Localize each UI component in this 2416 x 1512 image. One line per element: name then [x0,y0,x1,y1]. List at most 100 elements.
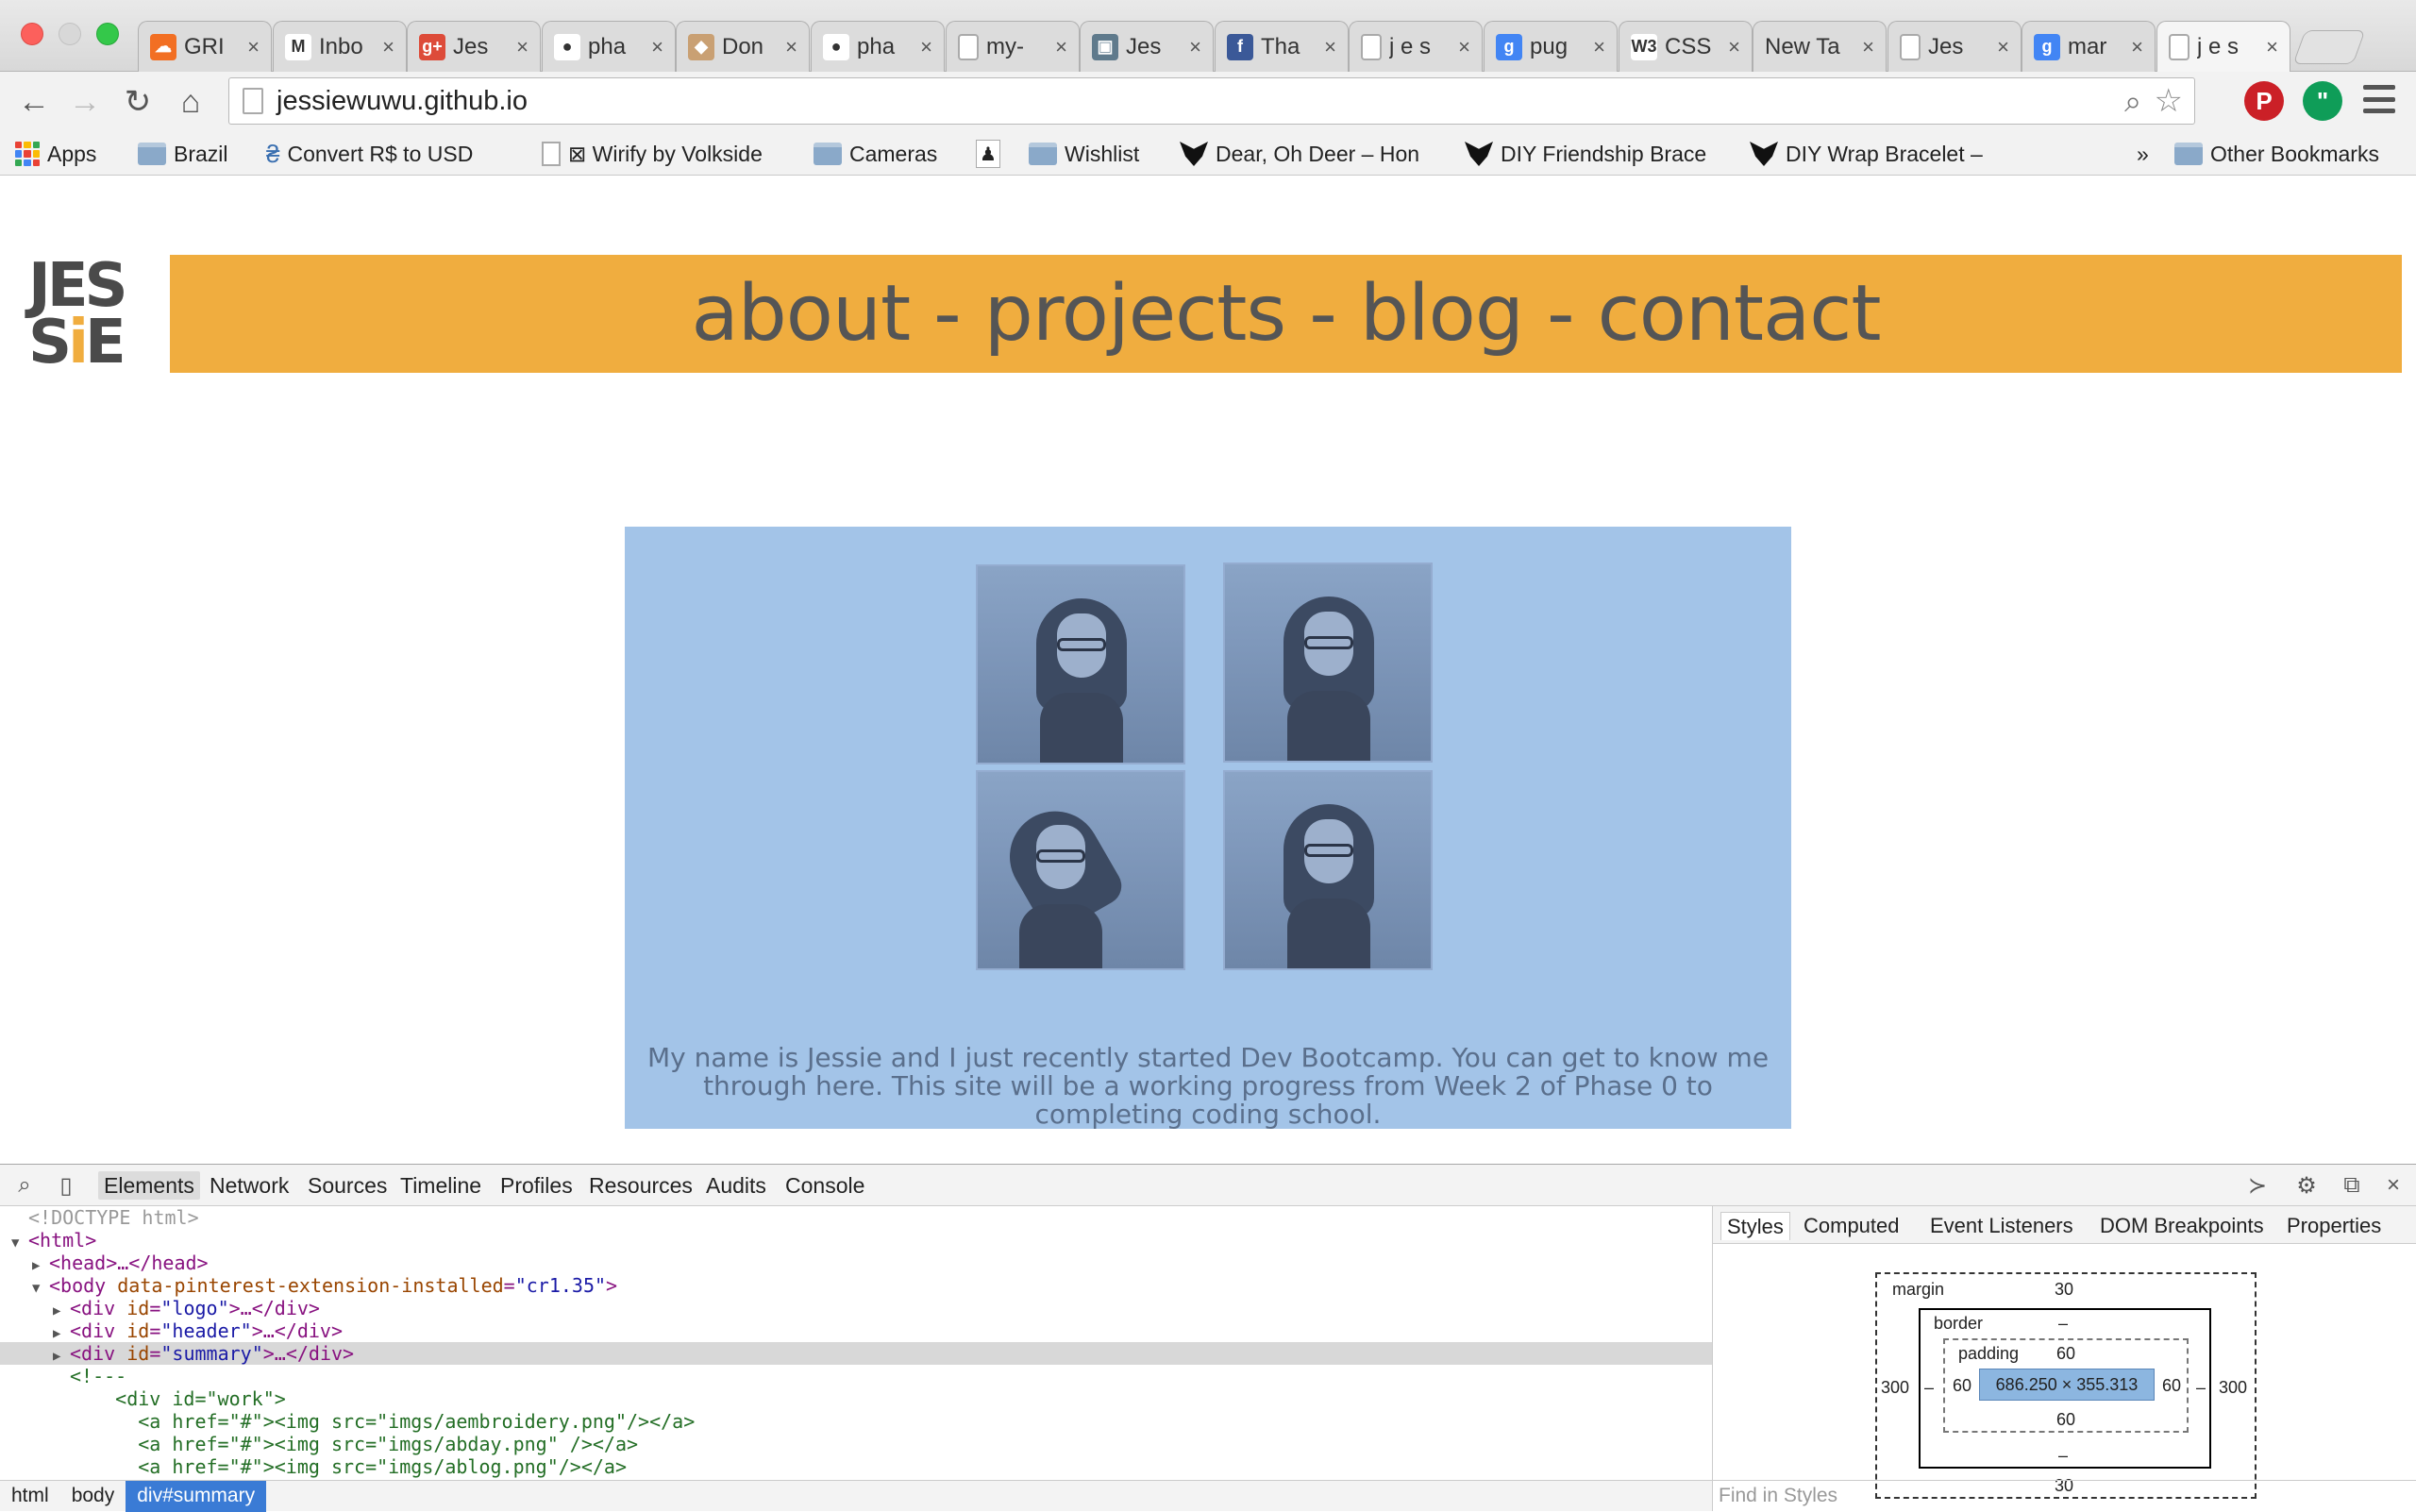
breadcrumb-html[interactable]: html [0,1481,60,1512]
bookmark-diy-wrap[interactable]: DIY Wrap Bracelet – [1750,140,1983,168]
dock-icon[interactable]: ⧉ [2339,1172,2365,1199]
browser-tab[interactable]: ● pha × [541,21,676,72]
bookmark-diy-friendship[interactable]: DIY Friendship Brace [1465,140,1706,168]
find-in-styles-input[interactable]: Find in Styles [1713,1480,2416,1511]
browser-tab[interactable]: New Ta × [1753,21,1888,72]
border-right-value[interactable]: – [2196,1378,2206,1398]
box-model-content-size[interactable]: 686.250 × 355.313 [1979,1369,2155,1401]
close-tab-icon[interactable]: × [1055,35,1067,59]
bookmark-other[interactable]: Other Bookmarks [2174,140,2379,168]
breadcrumb-body[interactable]: body [60,1481,126,1512]
bookmark-convert[interactable]: ₴ Convert R$ to USD [266,140,473,168]
padding-bottom-value[interactable]: 60 [2056,1410,2075,1430]
bookmark-star-icon[interactable]: ☆ [2155,82,2183,120]
code-line[interactable]: <a href="#"><img src="imgs/abday.png" />… [0,1433,1712,1455]
styles-tab-event-listeners[interactable]: Event Listeners [1924,1212,2079,1240]
bookmark-cameras[interactable]: Cameras [814,140,937,168]
close-devtools-icon[interactable]: × [2380,1172,2407,1199]
forward-button[interactable]: → [64,81,106,123]
devtools-tab-profiles[interactable]: Profiles [495,1171,579,1200]
close-tab-icon[interactable]: × [382,35,394,59]
padding-top-value[interactable]: 60 [2056,1344,2075,1364]
reload-button[interactable]: ↻ [117,81,159,123]
back-button[interactable]: ← [13,81,55,123]
close-tab-icon[interactable]: × [651,35,663,59]
close-tab-icon[interactable]: × [1189,35,1201,59]
margin-right-value[interactable]: 300 [2219,1378,2247,1398]
address-bar[interactable]: jessiewuwu.github.io ⌕ ☆ [228,77,2195,125]
browser-tab[interactable]: f Tha × [1214,21,1349,72]
close-tab-icon[interactable]: × [920,35,932,59]
browser-tab[interactable]: j e s × [1349,21,1484,72]
bookmark-wirify[interactable]: ⊠ Wirify by Volkside [542,140,763,168]
browser-tab[interactable]: W3 CSS × [1618,21,1753,72]
close-tab-icon[interactable]: × [1459,35,1471,59]
devtools-tab-sources[interactable]: Sources [302,1171,393,1200]
code-line[interactable]: ▼ <html> [0,1229,1712,1252]
code-line[interactable]: <a href="#"><img src="imgs/ablog.png"/><… [0,1455,1712,1478]
code-line[interactable]: <a href="#"><img src="imgs/aembroidery.p… [0,1410,1712,1433]
close-tab-icon[interactable]: × [1593,35,1605,59]
breadcrumb-div-summary[interactable]: div#summary [126,1480,267,1512]
close-tab-icon[interactable]: × [1728,35,1740,59]
close-tab-icon[interactable]: × [1324,35,1336,59]
code-line[interactable]: <div id="work"> [0,1387,1712,1410]
border-bottom-value[interactable]: – [2058,1446,2068,1466]
styles-tab-dom-breakpoints[interactable]: DOM Breakpoints [2094,1212,2270,1240]
devtools-tab-elements[interactable]: Elements [98,1171,200,1200]
styles-tab-properties[interactable]: Properties [2281,1212,2387,1240]
search-icon[interactable]: ⌕ [2124,84,2141,120]
browser-tab[interactable]: j e s × [2156,21,2290,72]
devtools-tab-network[interactable]: Network [204,1171,294,1200]
browser-tab[interactable]: g mar × [2022,21,2156,72]
margin-left-value[interactable]: 300 [1881,1378,1909,1398]
close-tab-icon[interactable]: × [1997,35,2009,59]
close-tab-icon[interactable]: × [2266,35,2278,59]
close-tab-icon[interactable]: × [1862,35,1874,59]
hangouts-extension-icon[interactable]: " [2303,81,2342,121]
site-logo[interactable]: JES SiE [28,256,138,373]
browser-tab[interactable]: my- × [945,21,1080,72]
device-mode-icon[interactable]: ▯ [53,1172,79,1199]
browser-tab[interactable]: M Inbo × [272,21,407,72]
browser-tab[interactable]: ☁ GRI × [138,21,272,72]
window-close-button[interactable] [21,23,43,45]
browser-tab[interactable]: Jes × [1887,21,2022,72]
devtools-tab-timeline[interactable]: Timeline [394,1171,487,1200]
margin-top-value[interactable]: 30 [2055,1280,2073,1300]
browser-tab[interactable]: ◆ Don × [676,21,811,72]
close-tab-icon[interactable]: × [247,35,260,59]
bookmark-person[interactable]: ♟ [976,140,1000,168]
settings-gear-icon[interactable]: ⚙ [2293,1172,2320,1199]
browser-tab[interactable]: g+ Jes × [407,21,542,72]
devtools-tab-resources[interactable]: Resources [583,1171,698,1200]
browser-tab[interactable]: g pug × [1484,21,1618,72]
code-line[interactable]: ▼ <body data-pinterest-extension-installe… [0,1274,1712,1297]
chrome-menu-icon[interactable] [2363,85,2395,113]
home-button[interactable]: ⌂ [170,81,211,123]
code-line[interactable]: ▶ <div id="header">…</div> [0,1319,1712,1342]
padding-right-value[interactable]: 60 [2162,1376,2181,1396]
pinterest-extension-icon[interactable]: P [2244,81,2284,121]
padding-left-value[interactable]: 60 [1953,1376,1971,1396]
devtools-tab-console[interactable]: Console [780,1171,870,1200]
close-tab-icon[interactable]: × [2132,35,2144,59]
border-left-value[interactable]: – [1924,1378,1934,1398]
new-tab-button[interactable] [2292,30,2366,64]
code-line[interactable]: <!DOCTYPE html> [0,1206,1712,1229]
bookmark-brazil[interactable]: Brazil [138,140,228,168]
bookmark-apps[interactable]: Apps [15,140,96,168]
window-minimize-button[interactable] [59,23,81,45]
code-line[interactable]: ▶ <div id="logo">…</div> [0,1297,1712,1319]
inspect-search-icon[interactable]: ⌕ [11,1172,38,1199]
close-tab-icon[interactable]: × [786,35,798,59]
browser-tab[interactable]: ● pha × [811,21,945,72]
devtools-tab-audits[interactable]: Audits [700,1171,772,1200]
code-line-selected[interactable]: ▶ <div id="summary">…</div> [0,1342,1712,1365]
bookmarks-overflow-button[interactable]: » [2137,140,2149,168]
bookmark-dear-oh-deer[interactable]: Dear, Oh Deer – Hon [1180,140,1419,168]
code-line[interactable]: ▶ <head>…</head> [0,1252,1712,1274]
console-drawer-icon[interactable]: ≻ [2244,1172,2271,1199]
styles-tab-styles[interactable]: Styles [1720,1212,1790,1240]
close-tab-icon[interactable]: × [516,35,528,59]
